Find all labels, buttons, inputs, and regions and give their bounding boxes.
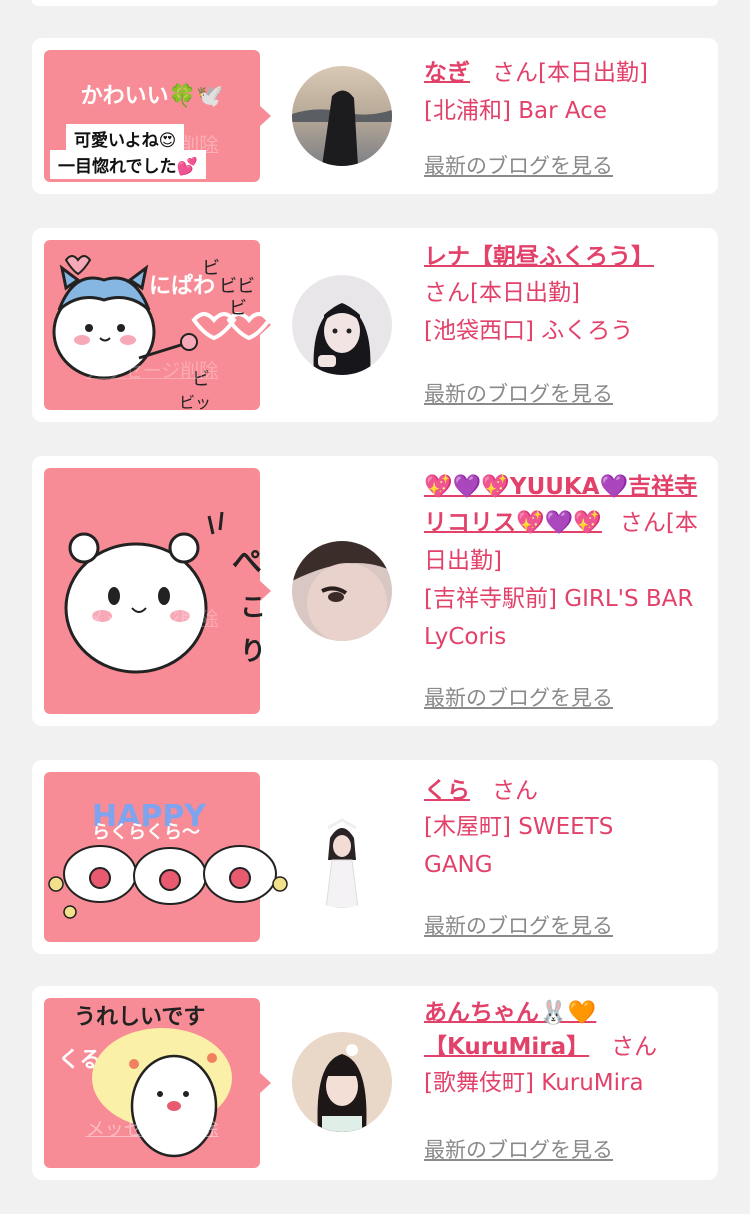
- cast-name-link[interactable]: レナ【朝昼ふくろう】: [424, 244, 654, 270]
- honorific: さん: [424, 280, 470, 306]
- honorific: さん: [611, 1034, 658, 1060]
- latest-blog-link[interactable]: 最新のブログを見る: [424, 378, 613, 408]
- favorite-card: にぱわ ビ ビビ ビ ビ ビッ メッセージ削除 レナ【朝昼ふくろう】 さん[本日…: [32, 228, 718, 422]
- message-bubble[interactable]: かわいい🍀🕊️ メッセージ削除 可愛いよね😍 一目惚れでした💕: [44, 50, 271, 182]
- sticker-word: うれしいです: [74, 1005, 205, 1030]
- message-bubble[interactable]: ぺ こ り メッセージ削除: [44, 468, 271, 714]
- message-bubble[interactable]: にぱわ ビ ビビ ビ ビ ビッ メッセージ削除: [44, 240, 272, 412]
- duty-status: [本日出勤]: [538, 60, 648, 86]
- delete-message-link[interactable]: メッセージ削除: [44, 1114, 260, 1141]
- sticker-word: り: [240, 637, 266, 667]
- cast-name-link-2[interactable]: 【KuruMira】: [424, 1034, 589, 1060]
- avatar[interactable]: [292, 275, 392, 375]
- latest-blog-link[interactable]: 最新のブログを見る: [424, 1134, 613, 1164]
- honorific: さん: [492, 60, 538, 86]
- cast-name-link[interactable]: くら: [424, 778, 470, 804]
- sticker-word: らくらくら〜: [92, 822, 200, 843]
- previous-card-edge: [32, 0, 718, 6]
- ureshii-sticker-image: うれしいです: [74, 1005, 232, 1158]
- shop-info: [木屋町] SWEETS GANG: [424, 814, 614, 878]
- avatar[interactable]: [292, 541, 392, 641]
- favorite-card: かわいい🍀🕊️ メッセージ削除 可愛いよね😍 一目惚れでした💕 なぎさん[本日出…: [32, 38, 718, 194]
- message-bubble[interactable]: HAPPY らくらくら〜: [44, 772, 288, 942]
- honorific: さ: [619, 510, 643, 536]
- sticker-word: ビ: [229, 298, 247, 319]
- sticker-caption-1: 可愛いよね😍: [66, 124, 185, 153]
- sticker-word: ビ: [202, 258, 220, 279]
- chiikawa-sticker-image: ぺ こ り: [64, 511, 266, 674]
- honorific: さん: [492, 778, 538, 804]
- shop-info: [池袋西口] ふくろう: [424, 318, 634, 344]
- latest-blog-link[interactable]: 最新のブログを見る: [424, 150, 613, 180]
- sticker-word: ビビ: [219, 276, 255, 297]
- sticker-word: ぺ: [232, 545, 262, 580]
- sticker-caption-2: 一目惚れでした💕: [50, 150, 206, 179]
- shop-info: [歌舞伎町] KuruMira: [424, 1070, 644, 1096]
- bubble-tail: [259, 105, 271, 127]
- message-text: かわいい🍀🕊️: [80, 84, 224, 109]
- message-bubble[interactable]: くる うれしいです メッセージ削除: [44, 998, 271, 1168]
- sticker-word: ビッ: [179, 393, 211, 412]
- avatar[interactable]: [292, 808, 392, 908]
- cast-name-link[interactable]: なぎ: [424, 60, 470, 86]
- duty-status: [本日出勤]: [470, 280, 580, 306]
- shop-info: [吉祥寺駅前] GIRL'S BAR LyCoris: [424, 586, 694, 650]
- delete-message-link[interactable]: メッセージ削除: [44, 604, 260, 631]
- avatar[interactable]: [292, 1032, 392, 1132]
- delete-message-link[interactable]: メッセージ削除: [44, 356, 260, 383]
- hachiware-sticker-image: ビ ビビ ビ ビ ビッ: [52, 255, 272, 412]
- cast-name-link[interactable]: あんちゃん🐰🧡: [424, 1000, 596, 1026]
- happy-sticker-image: HAPPY らくらくら〜: [48, 799, 288, 919]
- latest-blog-link[interactable]: 最新のブログを見る: [424, 682, 613, 712]
- avatar[interactable]: [292, 66, 392, 166]
- favorite-card: くる うれしいです メッセージ削除 あんちゃん🐰🧡 【KuruMira】 さん […: [32, 986, 718, 1180]
- latest-blog-link[interactable]: 最新のブログを見る: [424, 910, 613, 940]
- favorite-card: ぺ こ り メッセージ削除 💖💜💖YUUKA💜吉祥寺リコリス💖💜💖 さん[本日出勤…: [32, 456, 718, 726]
- favorite-card: HAPPY らくらくら〜 くら さん [木屋町] SWEETS GANG 最新のブ…: [32, 760, 718, 954]
- shop-info: [北浦和] Bar Ace: [424, 98, 608, 124]
